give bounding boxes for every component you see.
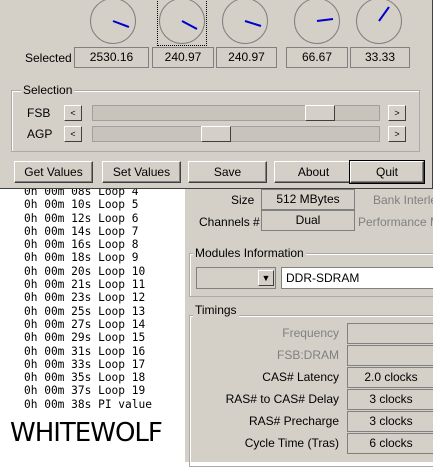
value-fsb-mirror: 240.97 [216,47,277,68]
fsb-increase-button[interactable]: > [388,105,406,121]
tuner-dialog: Selected 2530.16 240.97 240.97 66.67 33.… [0,0,433,189]
console-line: 0h 00m 23s Loop 12 [24,291,146,305]
gauge-dial-fsb2 [222,0,268,44]
timing-value: 2.0 clocks [347,367,433,388]
set-values-button[interactable]: Set Values [102,161,181,183]
value-pci: 33.33 [350,47,410,68]
selected-label: Selected [25,51,72,65]
agp-decrease-button[interactable]: < [64,126,82,142]
gauge-dial-pci [356,0,402,44]
value-fsb: 240.97 [152,47,214,68]
console-line: 0h 00m 14s Loop 7 [24,224,139,238]
console-line: 0h 00m 16s Loop 8 [24,238,139,252]
console-line: 0h 00m 18s Loop 9 [24,251,139,265]
module-type-field: DDR-SDRAM [281,267,433,289]
timing-label: CAS# Latency [262,370,339,384]
timing-value: 3 clocks [347,389,433,410]
gauge-dial-agp [294,0,340,44]
timing-label: Cycle Time (Tras) [244,436,339,450]
size-label: Size [231,193,255,207]
fsb-decrease-button[interactable]: < [64,105,82,121]
timing-label: FSB:DRAM [276,348,339,362]
console-line: 0h 00m 20s Loop 10 [24,264,146,278]
size-value: 512 MBytes [261,189,355,210]
modules-group-title: Modules Information [193,246,306,260]
selection-group-title: Selection [21,83,75,97]
console-line: 0h 00m 10s Loop 5 [24,198,139,212]
value-agp: 66.67 [286,47,348,68]
console-line: 0h 00m 21s Loop 11 [24,278,146,292]
console-line: 0h 00m 12s Loop 6 [24,211,139,225]
performance-mode-label: Performance M [358,215,433,229]
fsb-slider-track[interactable] [92,105,380,121]
about-button[interactable]: About [274,161,353,183]
gauge-dial-cpu [90,0,136,44]
console-line: 0h 00m 29s Loop 15 [24,331,146,345]
fsb-label: FSB [27,106,51,120]
fsb-slider-thumb[interactable] [305,105,335,121]
get-values-button[interactable]: Get Values [14,161,93,183]
save-button[interactable]: Save [188,161,267,183]
console-line: 0h 00m 31s Loop 16 [24,344,146,358]
agp-increase-button[interactable]: > [388,126,406,142]
gauge-dial-fsb [159,0,205,44]
console-line: 0h 00m 25s Loop 13 [24,304,146,318]
selection-group [11,90,420,152]
chevron-down-icon[interactable]: ▼ [258,270,274,286]
channels-label: Channels # [199,215,260,229]
channels-value: Dual [261,210,355,231]
console-line: 0h 00m 37s Loop 19 [24,384,146,398]
timing-label: RAS# Precharge [248,414,339,428]
console-line: 0h 00m 35s Loop 18 [24,371,146,385]
timings-group-title: Timings [193,303,239,317]
quit-button[interactable]: Quit [349,160,425,184]
timing-value: 6 clocks [347,433,433,454]
watermark: WHITEWOLF [10,418,163,448]
bank-interleave-label: Bank Interle [373,193,433,207]
agp-label: AGP [27,127,53,141]
agp-slider-thumb[interactable] [201,126,231,142]
timing-value [347,345,433,366]
console-line: 0h 00m 38s PI value [24,397,152,411]
value-cpu: 2530.16 [74,47,149,68]
timing-value: 3 clocks [347,411,433,432]
timing-label: Frequency [282,326,339,340]
console-line: 0h 00m 33s Loop 17 [24,357,146,371]
timing-value [347,323,433,344]
console-line: 0h 00m 27s Loop 14 [24,317,146,331]
memory-panel: Size 512 MBytes Bank Interle Channels # … [185,185,433,467]
timing-label: RAS# to CAS# Delay [225,392,339,406]
agp-slider-track[interactable] [92,126,380,142]
slot-dropdown[interactable]: ▼ [196,267,276,289]
